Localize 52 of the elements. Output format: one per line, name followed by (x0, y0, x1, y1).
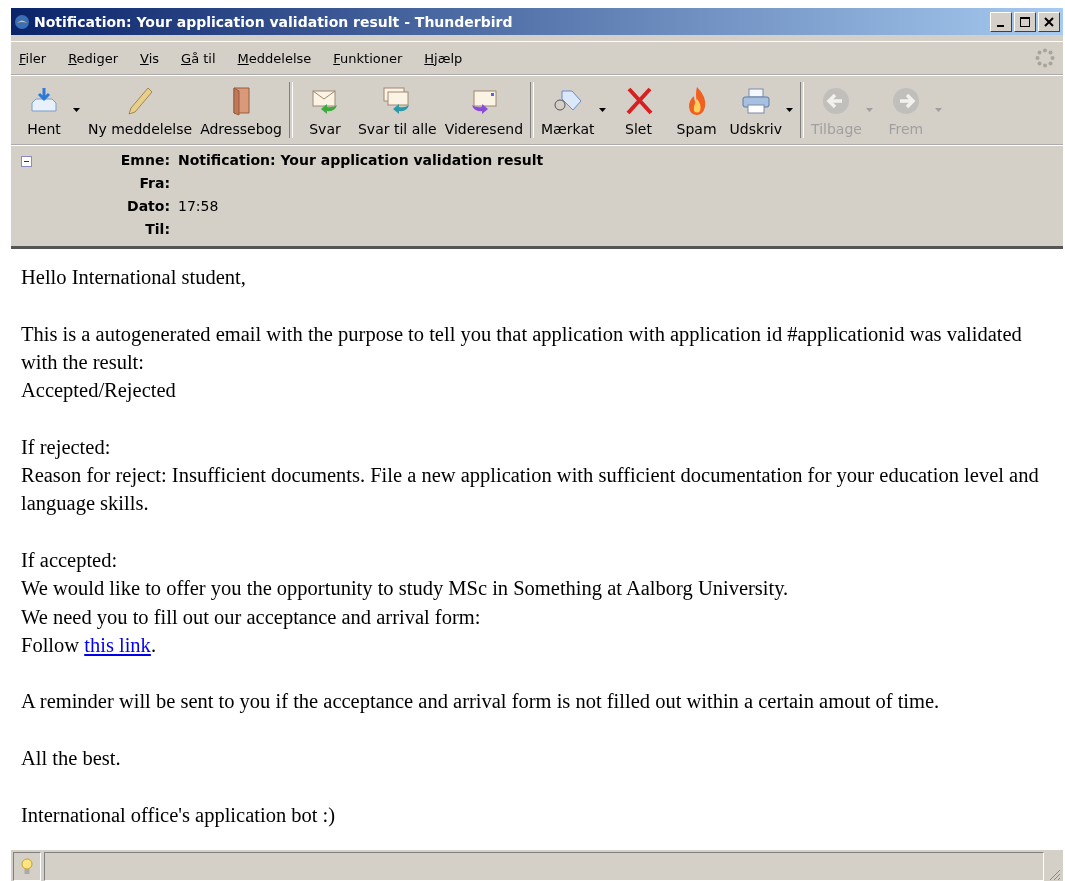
dropdown-icon[interactable] (73, 108, 80, 112)
toolbar-button[interactable]: Mærkat (537, 81, 599, 139)
link[interactable]: this link (84, 633, 151, 656)
menu-item[interactable]: Rediger (68, 50, 119, 66)
menu-item[interactable]: Funktioner (333, 50, 403, 66)
menu-item[interactable]: Vis (140, 50, 160, 66)
maximize-icon (1020, 16, 1030, 27)
close-button[interactable] (1038, 11, 1060, 32)
body-text: Hello International student, (21, 266, 246, 288)
dropdown-icon[interactable] (786, 108, 793, 112)
body-text: We need you to fill out our acceptance and arrival form: (21, 605, 481, 628)
body-text: Follow (21, 633, 81, 656)
resize-grip-icon[interactable] (1047, 867, 1061, 881)
menu-item[interactable]: Gå til (181, 50, 216, 66)
body-text: . (150, 633, 156, 656)
body-text: Accepted/Rejected (21, 379, 176, 402)
header-label: Til: (144, 221, 170, 237)
body-text: International office's application bot :) (21, 803, 336, 826)
header-value: Notification: Your application validation result (178, 152, 544, 168)
activity-icon (1035, 48, 1055, 68)
body-text: A reminder will be sent to you if the acceptance and arrival form is not filled out within a certain amout of time. (21, 690, 940, 713)
minimize-button[interactable] (990, 11, 1012, 32)
toolbar-button[interactable]: Ny meddelelse (84, 81, 197, 139)
toolbar-button[interactable]: Udskriv (725, 81, 786, 139)
toolbar-button[interactable]: Svar (296, 81, 354, 139)
body-text: All the best. (21, 747, 121, 770)
lightbulb-icon (21, 857, 33, 876)
maximize-button[interactable] (1014, 11, 1036, 32)
header-label: Emne: (119, 152, 170, 168)
menu-item[interactable]: Meddelelse (237, 50, 312, 66)
close-icon (1044, 16, 1054, 27)
body-text: We would like to offer you the opportunity to study MSc in Something at Aalborg University. (21, 577, 789, 600)
header-label: Fra: (138, 175, 170, 191)
body-text: This is a autogenerated email with the purpose to tell you that application with application id #applicationid was validated with the result: (21, 322, 1022, 373)
toolbar-button[interactable]: Adressebog (196, 81, 286, 139)
collapse-icon[interactable] (21, 156, 32, 167)
window-title: Notification: Your application validation result - Thunderbird (34, 13, 513, 30)
header-value: 17:58 (178, 198, 220, 214)
minimize-icon (996, 24, 1004, 27)
toolbar-button[interactable]: Svar til alle (354, 81, 441, 139)
toolbar-button[interactable]: Spam (667, 81, 726, 139)
dropdown-icon[interactable] (598, 108, 606, 112)
menu-item[interactable]: Hjælp (424, 50, 463, 66)
toolbar-button[interactable]: Slet (609, 81, 668, 139)
body-text: If accepted: (21, 548, 118, 571)
toolbar-button[interactable]: Hent (15, 81, 73, 139)
menu-item[interactable]: Filer (19, 50, 47, 66)
printer-icon (739, 85, 772, 117)
body-text: Reason for reject: Insufficient documents. File a new application with sufficient documentation for your education level and language skills. (21, 464, 1039, 515)
toolbar-button[interactable]: Videresend (440, 81, 528, 139)
body-text: If rejected: (21, 435, 111, 458)
header-label: Dato: (126, 198, 170, 214)
